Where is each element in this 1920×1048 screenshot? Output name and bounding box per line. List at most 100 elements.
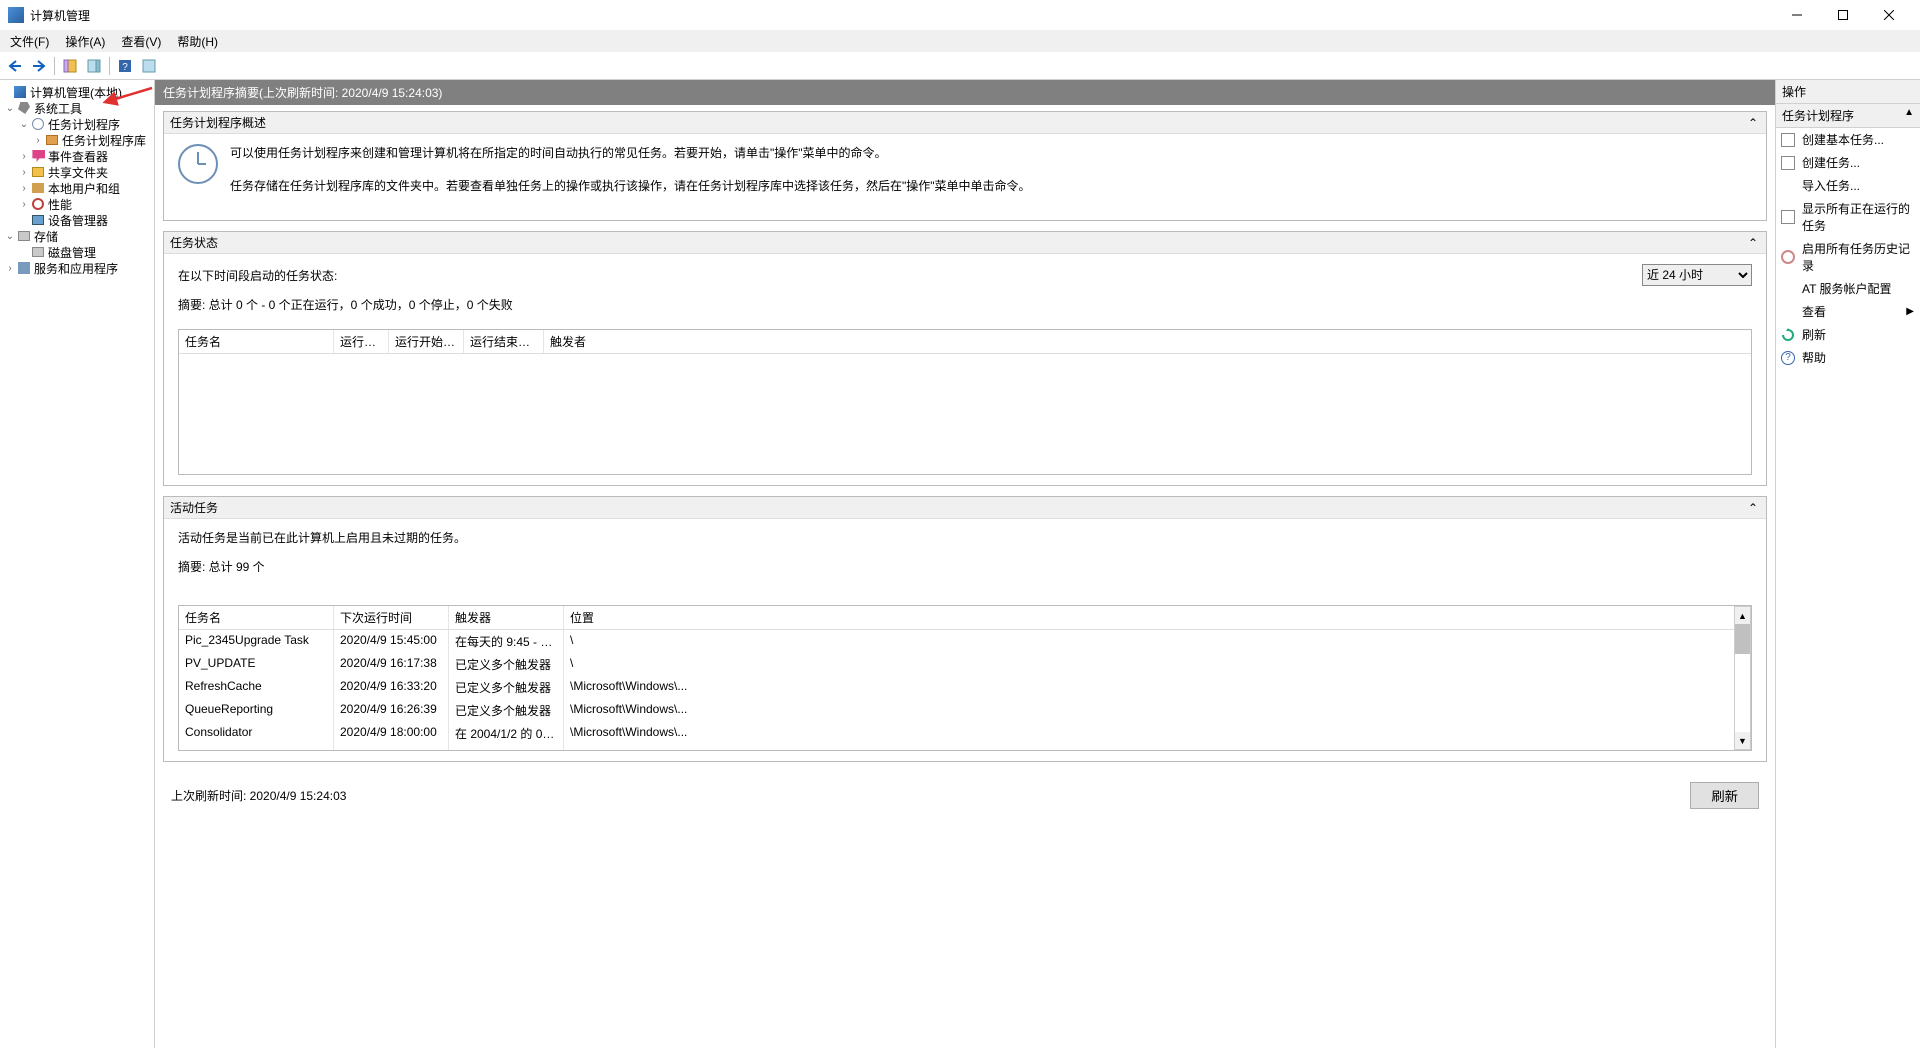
col-nextrun[interactable]: 下次运行时间: [334, 606, 449, 629]
minimize-button[interactable]: [1774, 1, 1820, 29]
table-row[interactable]: QueueReporting2020/4/9 16:26:39已定义多个触发器\…: [179, 699, 1734, 722]
collapse-icon[interactable]: ⌃: [1746, 116, 1760, 130]
expander-icon[interactable]: ⌄: [4, 231, 16, 242]
status-table-header: 任务名 运行结果 运行开始时间 运行结束时间 触发者: [179, 330, 1751, 354]
help-button[interactable]: [138, 55, 160, 77]
action-view[interactable]: 查看 ▶: [1776, 300, 1920, 323]
status-table: 任务名 运行结果 运行开始时间 运行结束时间 触发者: [178, 329, 1752, 475]
show-hide-actions-button[interactable]: [83, 55, 105, 77]
table-cell: 已定义多个触发器: [449, 699, 564, 722]
tree-disk-mgmt[interactable]: 磁盘管理: [0, 244, 154, 260]
tree-system-tools[interactable]: ⌄ 系统工具: [0, 100, 154, 116]
overview-body: 可以使用任务计划程序来创建和管理计算机将在所指定的时间自动执行的常见任务。若要开…: [164, 134, 1766, 220]
tree-device-manager[interactable]: 设备管理器: [0, 212, 154, 228]
action-enable-history[interactable]: 启用所有任务历史记录: [1776, 237, 1920, 277]
scroll-thumb[interactable]: [1735, 624, 1750, 654]
action-help[interactable]: ? 帮助: [1776, 346, 1920, 369]
col-location[interactable]: 位置: [564, 606, 1734, 629]
menu-help[interactable]: 帮助(H): [169, 31, 226, 52]
action-create-basic-task[interactable]: 创建基本任务...: [1776, 128, 1920, 151]
action-refresh[interactable]: 刷新: [1776, 323, 1920, 346]
table-cell: 2020/4/9 18:00:00: [334, 722, 449, 745]
table-cell: 在 2004/1/2 的 0:00 时…: [449, 722, 564, 745]
menu-action[interactable]: 操作(A): [57, 31, 113, 52]
col-result[interactable]: 运行结果: [334, 330, 389, 353]
expander-icon[interactable]: ›: [32, 135, 44, 146]
nav-tree[interactable]: 计算机管理(本地) ⌄ 系统工具 ⌄ 任务计划程序 › 任务计划程序库 › 事件…: [0, 84, 154, 276]
col-name[interactable]: 任务名: [179, 330, 334, 353]
action-create-task[interactable]: 创建任务...: [1776, 151, 1920, 174]
library-icon: [44, 133, 60, 147]
action-at-service[interactable]: AT 服务帐户配置: [1776, 277, 1920, 300]
app-icon: [8, 7, 24, 23]
show-hide-tree-button[interactable]: [59, 55, 81, 77]
table-row[interactable]: RefreshCache2020/4/9 16:33:20已定义多个触发器\Mi…: [179, 676, 1734, 699]
tree-performance[interactable]: › 性能: [0, 196, 154, 212]
clock-icon: [30, 117, 46, 131]
col-trigger[interactable]: 触发器: [449, 606, 564, 629]
disk-icon: [30, 245, 46, 259]
close-button[interactable]: [1866, 1, 1912, 29]
help-icon: ?: [1780, 350, 1796, 366]
maximize-button[interactable]: [1820, 1, 1866, 29]
nav-back-button[interactable]: [4, 55, 26, 77]
section-title: 任务状态: [170, 234, 218, 251]
action-label: 刷新: [1802, 326, 1826, 343]
table-cell: \Microsoft\Windows\...: [564, 745, 1734, 750]
action-label: AT 服务帐户配置: [1802, 280, 1892, 297]
table-cell: 在每天的 9:45 - 触发后…: [449, 630, 564, 653]
scroll-track[interactable]: [1735, 624, 1750, 732]
refresh-icon: [1780, 327, 1796, 343]
vertical-scrollbar[interactable]: ▲ ▼: [1734, 606, 1751, 750]
col-start[interactable]: 运行开始时间: [389, 330, 464, 353]
tree-task-scheduler-lib[interactable]: › 任务计划程序库: [0, 132, 154, 148]
tree-shared-folders[interactable]: › 共享文件夹: [0, 164, 154, 180]
action-import-task[interactable]: 导入任务...: [1776, 174, 1920, 197]
overview-header[interactable]: 任务计划程序概述 ⌃: [164, 112, 1766, 134]
table-row[interactable]: PV_UPDATE2020/4/9 16:17:38已定义多个触发器\: [179, 653, 1734, 676]
action-show-running[interactable]: 显示所有正在运行的任务: [1776, 197, 1920, 237]
tree-local-users[interactable]: › 本地用户和组: [0, 180, 154, 196]
period-label: 在以下时间段启动的任务状态:: [178, 267, 337, 284]
task-status-header[interactable]: 任务状态 ⌃: [164, 232, 1766, 254]
table-row[interactable]: Consolidator2020/4/9 18:00:00在 2004/1/2 …: [179, 722, 1734, 745]
refresh-button[interactable]: 刷新: [1690, 782, 1759, 809]
tree-root[interactable]: 计算机管理(本地): [0, 84, 154, 100]
col-trigger[interactable]: 触发者: [544, 330, 619, 353]
summary-header: 任务计划程序摘要(上次刷新时间: 2020/4/9 15:24:03): [155, 80, 1775, 105]
main-area: 计算机管理(本地) ⌄ 系统工具 ⌄ 任务计划程序 › 任务计划程序库 › 事件…: [0, 80, 1920, 1048]
tree-storage[interactable]: ⌄ 存储: [0, 228, 154, 244]
col-name[interactable]: 任务名: [179, 606, 334, 629]
expander-icon[interactable]: ›: [18, 199, 30, 210]
period-select[interactable]: 近 24 小时: [1642, 264, 1752, 286]
status-summary: 摘要: 总计 0 个 - 0 个正在运行，0 个成功，0 个停止，0 个失败: [178, 296, 1752, 313]
nav-forward-button[interactable]: [28, 55, 50, 77]
active-tasks-header[interactable]: 活动任务 ⌃: [164, 497, 1766, 519]
collapse-icon[interactable]: ▲: [1904, 107, 1914, 124]
toolbar-separator: [54, 57, 55, 75]
table-row[interactable]: Schedule Scan2020/4/9 16:23:30在 2019/7/9…: [179, 745, 1734, 750]
collapse-icon[interactable]: ⌃: [1746, 501, 1760, 515]
center-body: 任务计划程序概述 ⌃ 可以使用任务计划程序来创建和管理计算机将在所指定的时间自动…: [155, 105, 1775, 1048]
scroll-up-icon[interactable]: ▲: [1735, 607, 1750, 624]
expander-icon[interactable]: ›: [18, 183, 30, 194]
expander-icon[interactable]: ⌄: [18, 119, 30, 130]
period-select-wrap: 近 24 小时: [1642, 264, 1752, 286]
tree-task-scheduler[interactable]: ⌄ 任务计划程序: [0, 116, 154, 132]
collapse-icon[interactable]: ⌃: [1746, 236, 1760, 250]
scroll-down-icon[interactable]: ▼: [1735, 732, 1750, 749]
menu-file[interactable]: 文件(F): [2, 31, 57, 52]
tree-event-viewer[interactable]: › 事件查看器: [0, 148, 154, 164]
expander-icon[interactable]: ›: [18, 167, 30, 178]
properties-button[interactable]: ?: [114, 55, 136, 77]
expander-icon[interactable]: ⌄: [4, 103, 16, 114]
running-tasks-icon: [1780, 209, 1796, 225]
tree-services-apps[interactable]: › 服务和应用程序: [0, 260, 154, 276]
menu-view[interactable]: 查看(V): [113, 31, 169, 52]
users-icon: [30, 181, 46, 195]
col-end[interactable]: 运行结束时间: [464, 330, 544, 353]
table-row[interactable]: Pic_2345Upgrade Task2020/4/9 15:45:00在每天…: [179, 630, 1734, 653]
expander-icon[interactable]: ›: [4, 263, 16, 274]
table-cell: 已定义多个触发器: [449, 676, 564, 699]
expander-icon[interactable]: ›: [18, 151, 30, 162]
